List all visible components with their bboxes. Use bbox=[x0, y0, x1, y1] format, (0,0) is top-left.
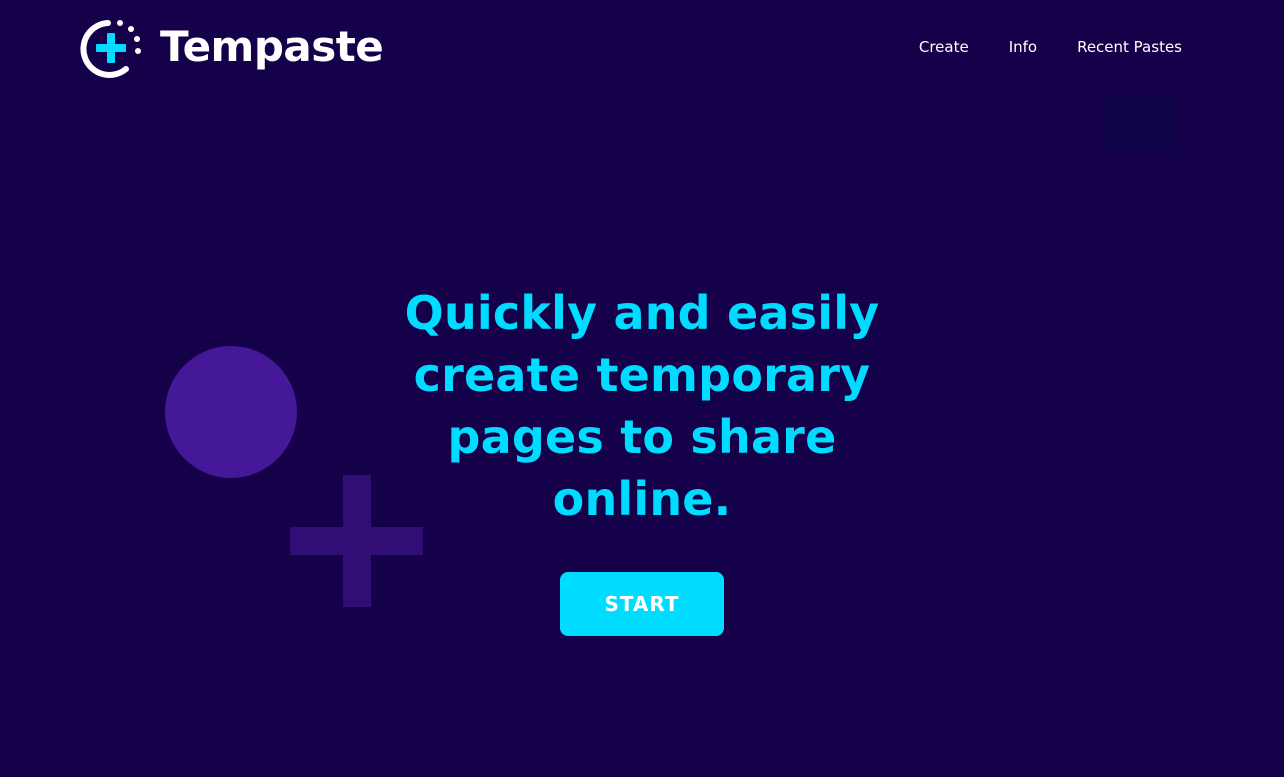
plus-clock-icon bbox=[80, 20, 141, 78]
nav-item-create[interactable]: Create bbox=[919, 38, 969, 56]
square-shape bbox=[1101, 98, 1177, 149]
nav-item-recent-pastes[interactable]: Recent Pastes bbox=[1077, 38, 1182, 56]
hero: Quickly and easily create temporary page… bbox=[342, 282, 942, 530]
logo-link[interactable]: Tempaste bbox=[80, 17, 384, 81]
page: Tempaste Create Info Recent Pastes Quick… bbox=[0, 0, 1284, 777]
circle-shape bbox=[165, 346, 297, 478]
site-header: Tempaste Create Info Recent Pastes bbox=[0, 0, 1284, 100]
nav-item-info[interactable]: Info bbox=[1009, 38, 1037, 56]
start-button[interactable]: START bbox=[560, 572, 724, 636]
hero-line: pages to share bbox=[447, 410, 837, 464]
hero-line: create temporary bbox=[413, 348, 871, 402]
plus-shape-horizontal bbox=[290, 527, 423, 555]
logo-text: Tempaste bbox=[160, 22, 384, 71]
main-nav: Create Info Recent Pastes bbox=[919, 38, 1182, 56]
hero-line: online. bbox=[552, 472, 732, 526]
hero-line: Quickly and easily bbox=[404, 286, 880, 340]
hero-headline: Quickly and easily create temporary page… bbox=[342, 282, 942, 530]
